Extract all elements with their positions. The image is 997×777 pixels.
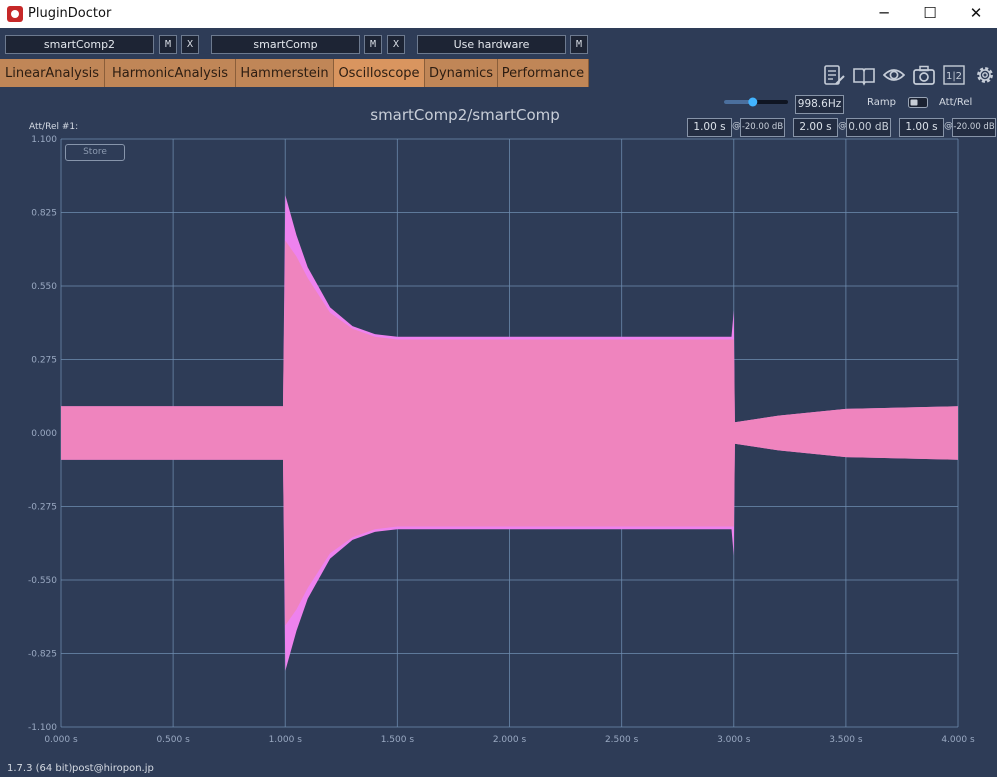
y-tick-label: -0.275 (28, 503, 57, 513)
y-tick-label: -0.825 (28, 650, 57, 660)
y-tick-label: 0.000 (31, 429, 57, 439)
email-label: post@hiropon.jp (72, 763, 154, 774)
oscilloscope-chart: 0.000 s 0.500 s 1.000 s 1.500 s 2.000 s 2.500… (28, 135, 975, 745)
store-button[interactable]: Store (65, 144, 125, 161)
x-tick-label: 1.500 s (381, 735, 415, 745)
y-tick-label: -0.550 (28, 576, 57, 586)
x-tick-label: 1.000 s (269, 735, 303, 745)
y-tick-label: -1.100 (28, 723, 57, 733)
x-tick-label: 3.500 s (829, 735, 863, 745)
x-tick-label: 2.000 s (493, 735, 527, 745)
y-tick-label: 0.275 (31, 356, 57, 366)
x-tick-label: 3.000 s (717, 735, 751, 745)
x-tick-label: 0.500 s (156, 735, 190, 745)
x-tick-label: 2.500 s (605, 735, 639, 745)
x-tick-label: 0.000 s (44, 735, 78, 745)
y-tick-label: 1.100 (31, 135, 57, 145)
y-tick-label: 0.550 (31, 282, 57, 292)
version-label: 1.7.3 (64 bit) (7, 763, 73, 774)
y-tick-label: 0.825 (31, 209, 57, 219)
x-tick-label: 4.000 s (941, 735, 975, 745)
